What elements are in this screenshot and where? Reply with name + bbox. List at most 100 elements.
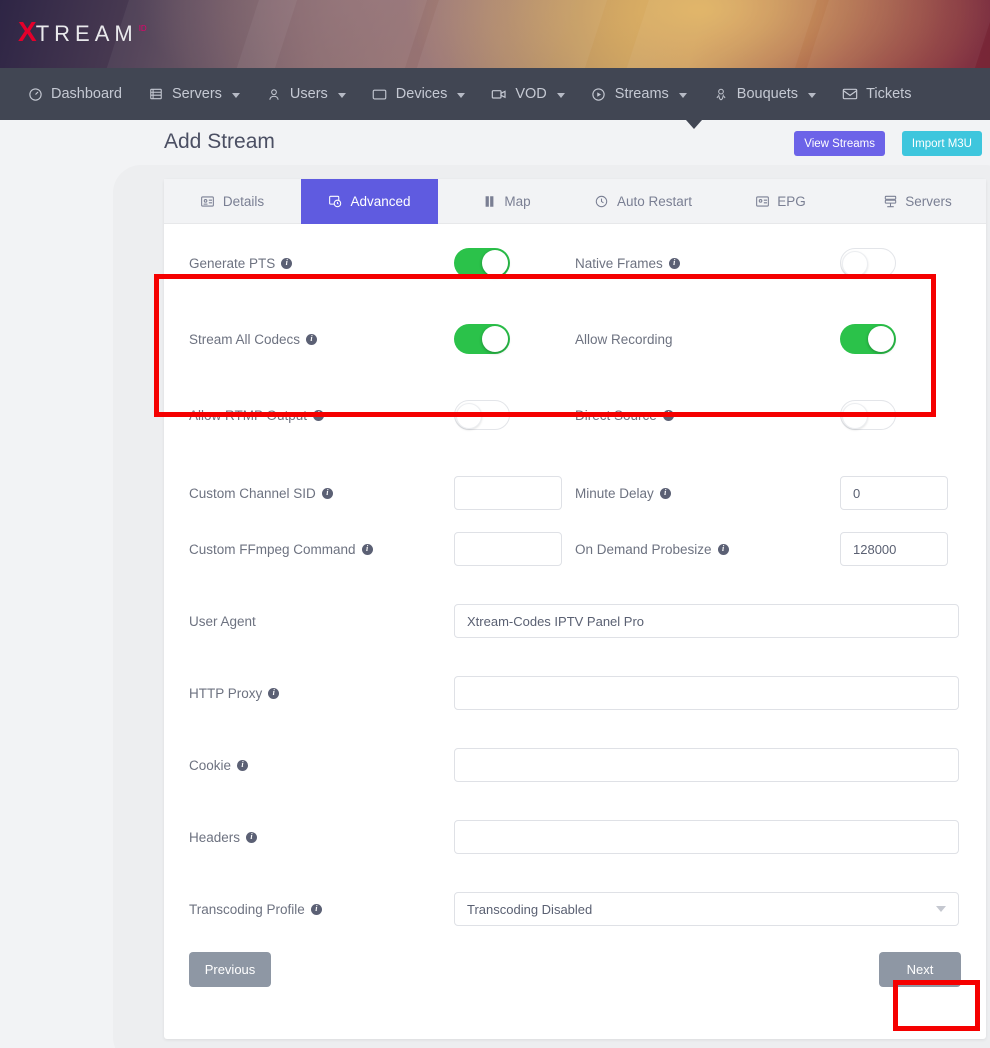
chevron-down-icon <box>936 906 946 912</box>
field-label: Generate PTS i <box>189 256 454 271</box>
field-minute-delay: Minute Delay i <box>575 476 961 510</box>
tab-label: Servers <box>905 194 952 209</box>
next-button[interactable]: Next <box>879 952 961 987</box>
nav-item-streams[interactable]: Streams <box>578 68 700 120</box>
info-icon[interactable]: i <box>268 688 279 699</box>
info-icon[interactable]: i <box>311 904 322 915</box>
http-proxy-input[interactable] <box>454 676 959 710</box>
nav-item-tickets[interactable]: Tickets <box>829 68 924 120</box>
stream-icon <box>591 86 607 102</box>
logo-name: TREAM <box>36 23 138 45</box>
nav-label: Dashboard <box>51 86 122 102</box>
info-icon[interactable]: i <box>246 832 257 843</box>
allow-recording-toggle[interactable] <box>840 324 896 354</box>
cookie-input[interactable] <box>454 748 959 782</box>
info-icon[interactable]: i <box>660 488 671 499</box>
tab-advanced[interactable]: Advanced <box>301 179 438 224</box>
field-native-frames: Native Frames i <box>575 248 961 278</box>
field-label: Minute Delay i <box>575 486 840 501</box>
nav-item-users[interactable]: Users <box>253 68 359 120</box>
logo-tm: ID <box>139 24 147 33</box>
nav-label: Streams <box>615 86 669 102</box>
advanced-form: Generate PTS i Native Frames i <box>164 224 986 926</box>
field-label: Custom FFmpeg Command i <box>189 542 454 557</box>
bouquet-icon <box>713 86 729 102</box>
nav-item-dashboard[interactable]: Dashboard <box>14 68 135 120</box>
tab-servers[interactable]: Servers <box>849 179 986 224</box>
info-icon[interactable]: i <box>663 410 674 421</box>
add-stream-card: Details Advanced Map <box>164 179 986 1039</box>
nav-label: Bouquets <box>737 86 798 102</box>
native-frames-toggle[interactable] <box>840 248 896 278</box>
form-footer: Previous Next <box>164 926 986 1011</box>
on-demand-probesize-input[interactable] <box>840 532 948 566</box>
nav-item-bouquets[interactable]: Bouquets <box>700 68 829 120</box>
custom-ffmpeg-command-input[interactable] <box>454 532 562 566</box>
label-text: On Demand Probesize <box>575 542 712 557</box>
nav-item-servers[interactable]: Servers <box>135 68 253 120</box>
import-m3u-button[interactable]: Import M3U <box>902 131 982 156</box>
info-icon[interactable]: i <box>281 258 292 269</box>
field-custom-ffmpeg-command: Custom FFmpeg Command i <box>189 532 575 566</box>
generate-pts-toggle[interactable] <box>454 248 510 278</box>
tab-auto-restart[interactable]: Auto Restart <box>575 179 712 224</box>
label-text: Allow Recording <box>575 332 673 347</box>
nav-item-vod[interactable]: VOD <box>478 68 577 120</box>
form-row-sid-delay: Custom Channel SID i Minute Delay i <box>189 476 961 510</box>
previous-button[interactable]: Previous <box>189 952 271 987</box>
custom-channel-sid-input[interactable] <box>454 476 562 510</box>
advanced-icon <box>328 195 342 209</box>
field-label: Direct Source i <box>575 408 840 423</box>
view-streams-button[interactable]: View Streams <box>794 131 885 156</box>
direct-source-toggle[interactable] <box>840 400 896 430</box>
tab-label: EPG <box>777 194 806 209</box>
label-text: Allow RTMP Output <box>189 408 307 423</box>
info-icon[interactable]: i <box>322 488 333 499</box>
stream-all-codecs-toggle[interactable] <box>454 324 510 354</box>
label-text: Custom Channel SID <box>189 486 316 501</box>
tab-label: Advanced <box>350 194 410 209</box>
logo-x: X <box>18 18 36 46</box>
form-row-pts-frames: Generate PTS i Native Frames i <box>189 248 961 278</box>
chevron-down-icon <box>338 93 346 98</box>
allow-rtmp-output-toggle[interactable] <box>454 400 510 430</box>
xtream-logo[interactable]: X TREAM ID <box>18 18 147 46</box>
mail-icon <box>842 86 858 102</box>
info-icon[interactable]: i <box>313 410 324 421</box>
active-nav-caret-icon <box>686 120 702 129</box>
field-label: Transcoding Profile i <box>189 902 454 917</box>
dashboard-icon <box>27 86 43 102</box>
info-icon[interactable]: i <box>306 334 317 345</box>
transcoding-profile-select[interactable]: Transcoding Disabled <box>454 892 959 926</box>
field-label: Stream All Codecs i <box>189 332 454 347</box>
tab-epg[interactable]: EPG <box>712 179 849 224</box>
field-label: Allow RTMP Output i <box>189 408 454 423</box>
label-text: Native Frames <box>575 256 663 271</box>
label-text: User Agent <box>189 614 256 629</box>
chevron-down-icon <box>457 93 465 98</box>
info-icon[interactable]: i <box>669 258 680 269</box>
field-custom-channel-sid: Custom Channel SID i <box>189 476 575 510</box>
form-row-headers: Headers i <box>189 820 961 854</box>
tab-details[interactable]: Details <box>164 179 301 224</box>
label-text: Headers <box>189 830 240 845</box>
tab-map[interactable]: Map <box>438 179 575 224</box>
nav-label: Tickets <box>866 86 911 102</box>
field-allow-recording: Allow Recording <box>575 324 961 354</box>
info-icon[interactable]: i <box>237 760 248 771</box>
info-icon[interactable]: i <box>362 544 373 555</box>
minute-delay-input[interactable] <box>840 476 948 510</box>
label-text: Transcoding Profile <box>189 902 305 917</box>
field-generate-pts: Generate PTS i <box>189 248 575 278</box>
user-agent-input[interactable] <box>454 604 959 638</box>
field-label: User Agent <box>189 614 454 629</box>
field-on-demand-probesize: On Demand Probesize i <box>575 532 961 566</box>
nav-item-devices[interactable]: Devices <box>359 68 479 120</box>
headers-input[interactable] <box>454 820 959 854</box>
epg-icon <box>755 195 769 209</box>
video-icon <box>491 86 507 102</box>
info-icon[interactable]: i <box>718 544 729 555</box>
field-direct-source: Direct Source i <box>575 400 961 430</box>
tab-label: Map <box>504 194 530 209</box>
nav-label: Servers <box>172 86 222 102</box>
